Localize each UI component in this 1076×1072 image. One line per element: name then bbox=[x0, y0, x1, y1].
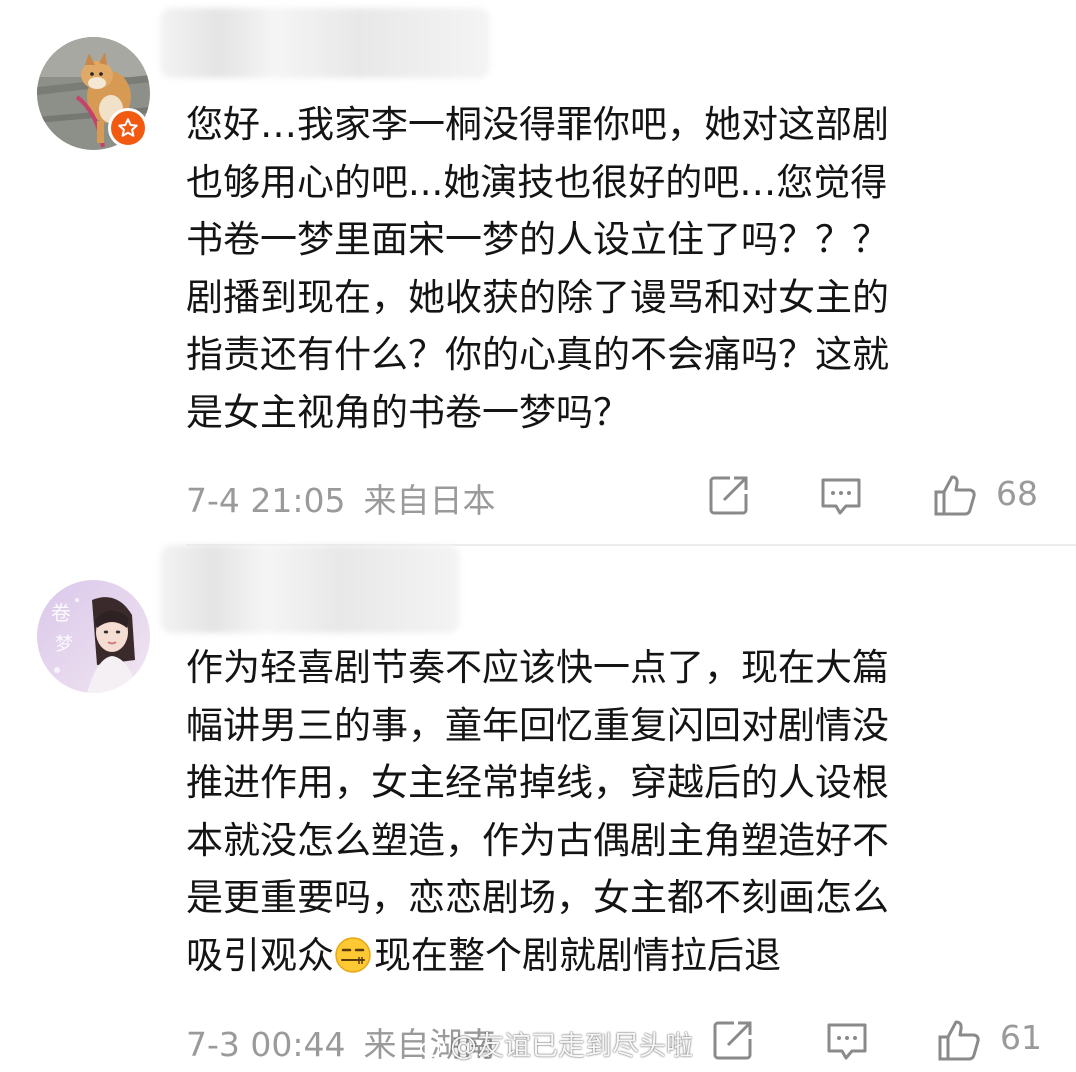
comment-text: 作为轻喜剧节奏不应该快一点了，现在大篇 幅讲男三的事，童年回忆重复闪回对剧情没 … bbox=[186, 639, 1056, 990]
share-icon[interactable] bbox=[706, 472, 752, 518]
like-count: 61 bbox=[1000, 1018, 1042, 1057]
comment-line: 指责还有什么？你的心真的不会痛吗？这就 bbox=[186, 333, 889, 376]
comment-time: 7-4 21:05 bbox=[186, 481, 346, 520]
like-count: 68 bbox=[996, 474, 1038, 513]
svg-text:卷: 卷 bbox=[51, 601, 71, 625]
watermark: @友谊已走到尽头啦 bbox=[420, 1024, 693, 1063]
comment-line: 是更重要吗，恋恋剧场，女主都不刻画怎么 bbox=[186, 876, 889, 919]
comment-line: 剧播到现在，她收获的除了谩骂和对女主的 bbox=[186, 275, 889, 319]
comment-time: 7-3 00:44 bbox=[186, 1025, 346, 1064]
svg-text:梦: 梦 bbox=[55, 634, 73, 655]
comment-source: 来自日本 bbox=[363, 481, 496, 520]
comment-meta: 7-4 21:05 来自日本 bbox=[186, 474, 496, 522]
comment-line: 幅讲男三的事，童年回忆重复闪回对剧情没 bbox=[186, 703, 889, 747]
comment-line: 书卷一梦里面宋一梦的人设立住了吗？？？ bbox=[186, 218, 889, 261]
like-thumb-icon[interactable] bbox=[936, 1017, 982, 1063]
comment-item: 卷 梦 作为轻喜剧节奏不应该快一点了，现在大篇 幅讲男三的事，童年回忆重复闪回对… bbox=[0, 545, 1076, 1072]
like-thumb-icon[interactable] bbox=[932, 472, 978, 518]
comment-line: 您好…我家李一桐没得罪你吧，她对这部剧 bbox=[186, 103, 889, 146]
username-blurred bbox=[160, 8, 490, 78]
username-blurred bbox=[160, 545, 460, 633]
weibo-logo-icon bbox=[420, 1034, 446, 1057]
comment-line: 本就没怎么塑造，作为古偶剧主角塑造好不 bbox=[186, 818, 889, 862]
comment-line-part: 吸引观众 bbox=[186, 933, 334, 977]
share-icon[interactable] bbox=[710, 1017, 756, 1063]
comment-text: 您好…我家李一桐没得罪你吧，她对这部剧 也够用心的吧...她演技也很好的吧…您觉… bbox=[186, 96, 1056, 441]
comment-line-last: 吸引观众 现在整个剧就剧情拉后退 bbox=[186, 927, 1056, 991]
comment-icon[interactable] bbox=[818, 472, 864, 518]
comment-line: 是女主视角的书卷一梦吗？ bbox=[186, 390, 630, 434]
speechless-face-emoji-icon bbox=[334, 936, 372, 983]
comment-icon[interactable] bbox=[824, 1017, 870, 1063]
watermark-text: @友谊已走到尽头啦 bbox=[450, 1031, 693, 1062]
avatar[interactable]: 卷 梦 bbox=[37, 580, 150, 693]
verified-star-icon bbox=[108, 108, 148, 148]
comment-line: 推进作用，女主经常掉线，穿越后的人设根 bbox=[186, 761, 889, 804]
comment-line: 也够用心的吧...她演技也很好的吧…您觉得 bbox=[186, 160, 888, 204]
comment-line-part: 现在整个剧就剧情拉后退 bbox=[374, 933, 781, 977]
comment-line: 作为轻喜剧节奏不应该快一点了，现在大篇 bbox=[186, 646, 889, 689]
comment-item: 您好…我家李一桐没得罪你吧，她对这部剧 也够用心的吧...她演技也很好的吧…您觉… bbox=[0, 0, 1076, 545]
